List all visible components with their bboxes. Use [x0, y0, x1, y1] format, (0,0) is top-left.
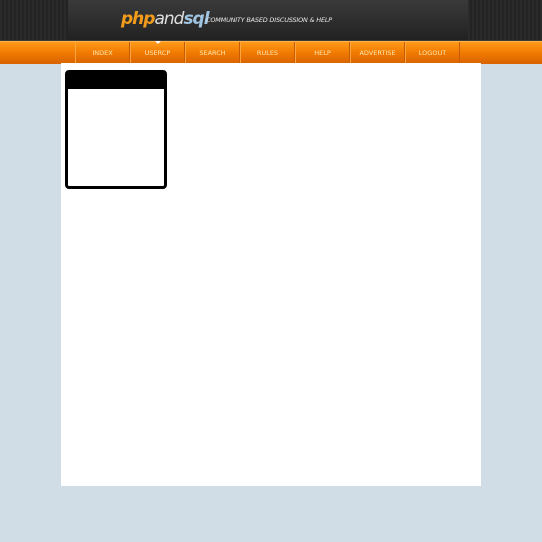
nav-item-advertise[interactable]: ADVERTISE	[350, 42, 405, 64]
nav-item-usercp[interactable]: USERCP	[130, 41, 185, 64]
logo-sql: sql	[183, 9, 209, 29]
logo-and: and	[154, 9, 184, 29]
panel-header	[68, 73, 164, 89]
nav-item-rules[interactable]: RULES	[240, 42, 295, 64]
usercp-panel	[65, 70, 167, 189]
nav-item-index[interactable]: INDEX	[75, 42, 130, 64]
site-tagline: COMMUNITY BASED DISCUSSION & HELP	[206, 16, 333, 24]
logo-php: php	[121, 9, 155, 29]
nav-item-search[interactable]: SEARCH	[185, 42, 240, 64]
site-header: phpandsql COMMUNITY BASED DISCUSSION & H…	[0, 0, 542, 41]
nav-item-logout[interactable]: LOGOUT	[405, 42, 460, 64]
main-navbar: INDEX USERCP SEARCH RULES HELP ADVERTISE…	[0, 41, 542, 64]
site-logo[interactable]: phpandsql	[121, 8, 210, 30]
nav-item-help[interactable]: HELP	[295, 42, 350, 64]
nav-items: INDEX USERCP SEARCH RULES HELP ADVERTISE…	[75, 41, 460, 64]
